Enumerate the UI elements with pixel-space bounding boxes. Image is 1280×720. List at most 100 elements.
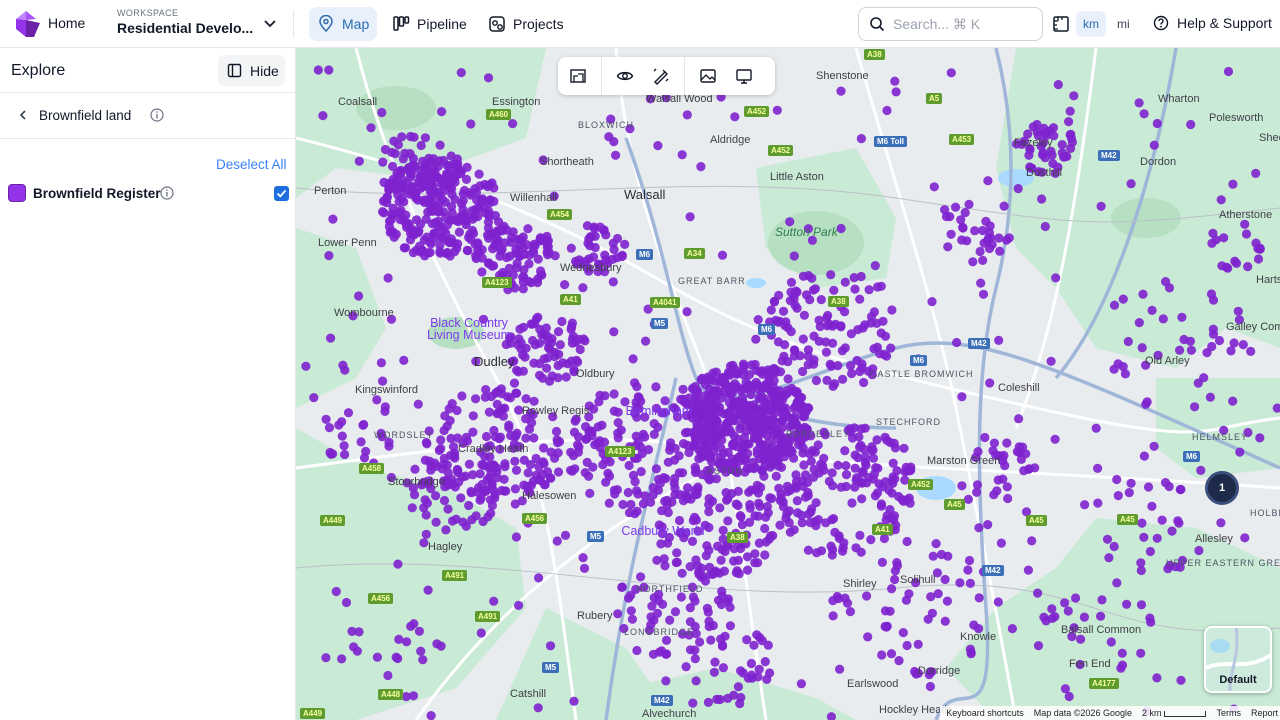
- brownfield-site-marker[interactable]: [776, 493, 786, 503]
- brownfield-site-marker[interactable]: [417, 246, 427, 256]
- brownfield-site-marker[interactable]: [716, 555, 726, 565]
- brownfield-site-marker[interactable]: [439, 495, 450, 506]
- brownfield-site-marker[interactable]: [504, 423, 514, 433]
- brownfield-site-marker[interactable]: [811, 521, 821, 531]
- brownfield-site-marker[interactable]: [722, 419, 732, 429]
- brownfield-site-marker[interactable]: [742, 407, 752, 417]
- brownfield-site-marker[interactable]: [409, 490, 420, 500]
- brownfield-site-marker[interactable]: [882, 511, 892, 521]
- brownfield-site-marker[interactable]: [464, 188, 474, 198]
- brownfield-site-marker[interactable]: [756, 439, 766, 449]
- brownfield-site-marker[interactable]: [940, 574, 950, 585]
- brownfield-site-marker[interactable]: [685, 645, 696, 655]
- brownfield-site-marker[interactable]: [694, 428, 704, 438]
- brownfield-site-marker[interactable]: [1117, 660, 1128, 670]
- brownfield-site-marker[interactable]: [798, 366, 808, 377]
- brownfield-site-marker[interactable]: [972, 480, 983, 490]
- brownfield-site-marker[interactable]: [553, 448, 563, 458]
- brownfield-site-marker[interactable]: [717, 586, 727, 596]
- brownfield-site-marker[interactable]: [337, 417, 347, 427]
- brownfield-site-marker[interactable]: [657, 646, 667, 656]
- brownfield-site-marker[interactable]: [975, 246, 985, 257]
- brownfield-site-marker[interactable]: [359, 419, 369, 430]
- brownfield-site-marker[interactable]: [648, 649, 659, 659]
- brownfield-site-marker[interactable]: [416, 646, 426, 656]
- brownfield-site-marker[interactable]: [1139, 451, 1149, 461]
- brownfield-site-marker[interactable]: [732, 566, 742, 576]
- brownfield-site-marker[interactable]: [850, 463, 860, 473]
- brownfield-site-marker[interactable]: [519, 455, 529, 465]
- brownfield-site-marker[interactable]: [728, 441, 738, 451]
- brownfield-site-marker[interactable]: [641, 336, 651, 346]
- brownfield-site-marker[interactable]: [1152, 118, 1162, 129]
- brownfield-site-marker[interactable]: [402, 178, 412, 188]
- brownfield-site-marker[interactable]: [730, 397, 741, 407]
- brownfield-site-marker[interactable]: [978, 255, 988, 265]
- brownfield-site-marker[interactable]: [742, 635, 752, 645]
- brownfield-site-marker[interactable]: [706, 635, 716, 645]
- brownfield-site-marker[interactable]: [850, 284, 860, 294]
- brownfield-site-marker[interactable]: [667, 497, 677, 507]
- visibility-button[interactable]: [607, 57, 643, 95]
- brownfield-site-marker[interactable]: [826, 541, 836, 551]
- brownfield-site-marker[interactable]: [869, 307, 880, 317]
- brownfield-site-marker[interactable]: [1207, 238, 1217, 248]
- brownfield-site-marker[interactable]: [936, 549, 947, 560]
- brownfield-site-marker[interactable]: [718, 663, 728, 673]
- brownfield-site-marker[interactable]: [1033, 641, 1044, 651]
- brownfield-site-marker[interactable]: [605, 457, 615, 467]
- brownfield-site-marker[interactable]: [618, 499, 628, 510]
- brownfield-site-marker[interactable]: [735, 511, 745, 521]
- brownfield-site-marker[interactable]: [803, 545, 813, 555]
- brownfield-site-marker[interactable]: [828, 596, 838, 606]
- brownfield-site-marker[interactable]: [552, 536, 562, 546]
- brownfield-site-marker[interactable]: [390, 149, 400, 159]
- brownfield-site-marker[interactable]: [1229, 338, 1239, 348]
- brownfield-site-marker[interactable]: [785, 485, 795, 495]
- brownfield-site-marker[interactable]: [1157, 515, 1167, 525]
- brownfield-site-marker[interactable]: [821, 347, 832, 357]
- brownfield-site-marker[interactable]: [458, 196, 468, 206]
- brownfield-site-marker[interactable]: [841, 481, 851, 492]
- brownfield-site-marker[interactable]: [477, 267, 487, 277]
- brownfield-site-marker[interactable]: [623, 487, 633, 498]
- brownfield-site-marker[interactable]: [1253, 254, 1264, 264]
- search-input[interactable]: [893, 16, 1023, 32]
- brownfield-site-marker[interactable]: [760, 523, 770, 534]
- brownfield-site-marker[interactable]: [942, 596, 953, 606]
- brownfield-site-marker[interactable]: [703, 697, 713, 708]
- brownfield-site-marker[interactable]: [1136, 648, 1146, 658]
- brownfield-site-marker[interactable]: [879, 533, 890, 544]
- brownfield-site-marker[interactable]: [798, 334, 808, 344]
- brownfield-site-marker[interactable]: [477, 194, 488, 204]
- brownfield-site-marker[interactable]: [1057, 140, 1067, 150]
- home-link[interactable]: Home: [48, 15, 85, 31]
- brownfield-site-marker[interactable]: [575, 344, 585, 355]
- brownfield-site-marker[interactable]: [546, 338, 556, 348]
- brownfield-site-marker[interactable]: [833, 361, 843, 371]
- brownfield-site-marker[interactable]: [1014, 414, 1024, 424]
- back-to-brownfield-land[interactable]: Brownfield land: [0, 93, 295, 139]
- brownfield-site-marker[interactable]: [697, 470, 707, 480]
- brownfield-site-marker[interactable]: [786, 287, 796, 297]
- brownfield-site-marker[interactable]: [766, 305, 776, 315]
- brownfield-site-marker[interactable]: [1112, 474, 1122, 485]
- brownfield-site-marker[interactable]: [372, 395, 382, 405]
- brownfield-site-marker[interactable]: [946, 229, 956, 239]
- brownfield-site-marker[interactable]: [550, 352, 560, 362]
- brownfield-site-marker[interactable]: [855, 366, 865, 377]
- brownfield-site-marker[interactable]: [1134, 98, 1144, 108]
- brownfield-site-marker[interactable]: [962, 236, 972, 246]
- brownfield-site-marker[interactable]: [1093, 498, 1103, 508]
- brownfield-site-marker[interactable]: [732, 382, 742, 392]
- brownfield-site-marker[interactable]: [927, 297, 937, 307]
- brownfield-site-marker[interactable]: [1141, 399, 1151, 409]
- brownfield-site-marker[interactable]: [1226, 346, 1236, 356]
- brownfield-site-marker[interactable]: [441, 525, 451, 535]
- brownfield-site-marker[interactable]: [387, 226, 397, 236]
- brownfield-site-marker[interactable]: [711, 386, 721, 396]
- brownfield-site-marker[interactable]: [1117, 648, 1127, 658]
- brownfield-site-marker[interactable]: [523, 468, 533, 478]
- brownfield-site-marker[interactable]: [1216, 518, 1226, 528]
- brownfield-site-marker[interactable]: [763, 508, 773, 518]
